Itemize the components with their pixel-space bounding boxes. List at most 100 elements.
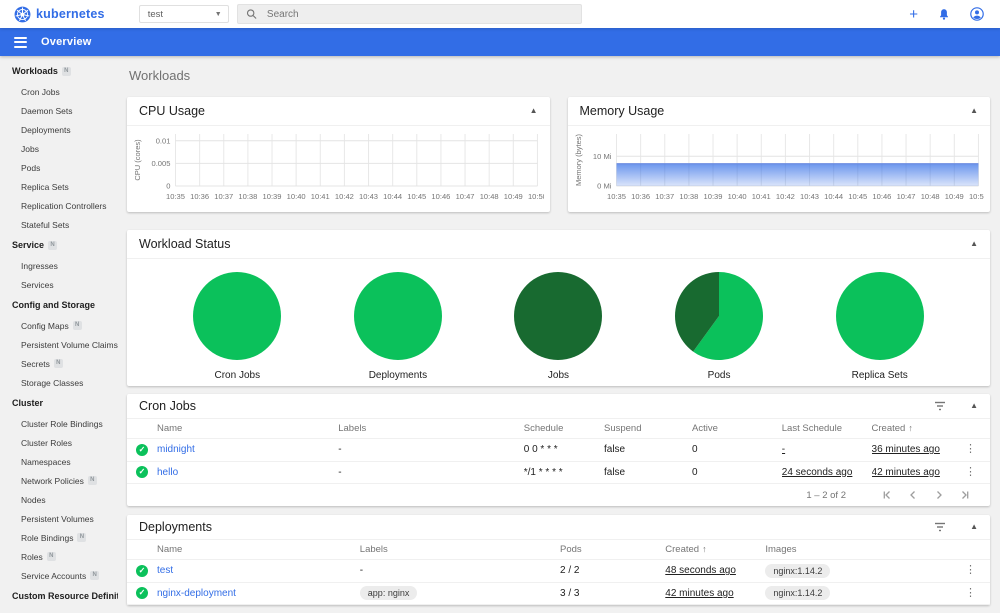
sidebar-item-config-maps[interactable]: Config Maps N [0, 316, 118, 335]
notifications-bell-icon[interactable] [938, 8, 950, 21]
table-cell: nginx-deployment [157, 588, 360, 599]
table-cell: midnight [157, 444, 338, 455]
sidebar-item-services[interactable]: Services [0, 275, 118, 294]
sidebar-item-deployments[interactable]: Deployments [0, 120, 118, 139]
memory-collapse-caret-icon[interactable]: ▲ [970, 107, 978, 115]
page-title: Workloads [129, 68, 191, 83]
column-header-active[interactable]: Active [692, 423, 782, 434]
column-header-label: Schedule [523, 423, 564, 434]
profile-user-icon[interactable] [970, 7, 984, 21]
sidebar-item-network-policies[interactable]: Network Policies N [0, 471, 118, 490]
column-header-labels[interactable]: Labels [360, 544, 560, 555]
sidebar-section-config-and-storage[interactable]: Config and Storage [0, 294, 118, 316]
pie-chart-cron-jobs [193, 272, 282, 360]
sidebar-section-custom-resource-definitions[interactable]: Custom Resource Definitions [0, 585, 118, 607]
last-page-icon[interactable] [952, 490, 978, 500]
sidebar-item-cluster[interactable]: Cluster [0, 607, 118, 613]
cron-jobs-collapse-caret-icon[interactable]: ▲ [970, 402, 978, 410]
column-header-name[interactable]: Name [157, 544, 360, 555]
sidebar-item-cluster-role-bindings[interactable]: Cluster Role Bindings [0, 414, 118, 433]
svg-text:10:36: 10:36 [190, 192, 209, 201]
resource-name-link[interactable]: midnight [157, 444, 195, 455]
cron-jobs-filter-icon[interactable] [934, 401, 946, 411]
sidebar-item-nodes[interactable]: Nodes [0, 490, 118, 509]
sidebar-section-service[interactable]: Service N [0, 234, 118, 256]
sidebar-item-label: Replica Sets [21, 181, 69, 192]
sidebar-section-label: Custom Resource Definitions [12, 591, 118, 601]
sidebar-item-role-bindings[interactable]: Role Bindings N [0, 528, 118, 547]
column-header-created[interactable]: Created ↑ [872, 423, 957, 434]
kebab-menu-icon[interactable]: ⋮ [965, 444, 976, 455]
create-resource-plus-icon[interactable]: + [909, 7, 918, 22]
table-cell: nginx:1.14.2 [765, 586, 951, 601]
status-collapse-caret-icon[interactable]: ▲ [970, 240, 978, 248]
sidebar-section-cluster[interactable]: Cluster [0, 392, 118, 414]
svg-text:10:48: 10:48 [480, 192, 499, 201]
row-menu-cell: ⋮ [957, 444, 990, 455]
resource-name-link[interactable]: hello [157, 467, 178, 478]
table-cell: - [338, 444, 342, 456]
brand-text: kubernetes [36, 7, 105, 21]
kubernetes-logo-icon [14, 6, 31, 22]
deployments-filter-icon[interactable] [934, 522, 946, 532]
namespace-select[interactable]: test ▼ [138, 5, 229, 23]
status-icon-cell: ✓ [127, 443, 157, 456]
table-cell: 3 / 3 [560, 587, 580, 599]
deployments-table: Name Labels Pods Created ↑ Images ✓ test -2 / 24… [127, 539, 990, 605]
column-header-suspend[interactable]: Suspend [604, 423, 692, 434]
sidebar-item-stateful-sets[interactable]: Stateful Sets [0, 215, 118, 234]
sidebar-item-ingresses[interactable]: Ingresses [0, 256, 118, 275]
sidebar-item-cron-jobs[interactable]: Cron Jobs [0, 82, 118, 101]
sidebar-section-workloads[interactable]: Workloads N [0, 60, 118, 82]
kebab-menu-icon[interactable]: ⋮ [965, 587, 976, 599]
svg-text:10:40: 10:40 [727, 192, 746, 201]
column-header-last-schedule[interactable]: Last Schedule [782, 423, 872, 434]
table-cell: 36 minutes ago [872, 444, 957, 455]
column-header-schedule[interactable]: Schedule [524, 423, 604, 434]
kubernetes-brand[interactable]: kubernetes [14, 6, 105, 23]
sidebar-item-roles[interactable]: Roles N [0, 547, 118, 566]
sidebar-item-storage-classes[interactable]: Storage Classes [0, 373, 118, 392]
next-page-icon[interactable] [926, 490, 952, 500]
sidebar-item-secrets[interactable]: Secrets N [0, 354, 118, 373]
search-input[interactable] [266, 8, 573, 20]
sidebar-item-label: Deployments [21, 124, 71, 135]
menu-hamburger-icon[interactable] [14, 36, 27, 48]
relative-time: - [781, 444, 786, 456]
status-icon-cell: ✓ [127, 564, 157, 577]
kebab-menu-icon[interactable]: ⋮ [965, 466, 976, 478]
sidebar-section-label: Cluster [12, 398, 44, 408]
first-page-icon[interactable] [874, 490, 900, 500]
sidebar-item-service-accounts[interactable]: Service Accounts N [0, 566, 118, 585]
sidebar-item-namespaces[interactable]: Namespaces [0, 452, 118, 471]
svg-text:10:42: 10:42 [775, 192, 794, 201]
sidebar-item-persistent-volume-claims[interactable]: Persistent Volume ClaimsN [0, 335, 118, 354]
svg-text:CPU (cores): CPU (cores) [133, 139, 142, 181]
resource-name-link[interactable]: nginx-deployment [157, 588, 236, 599]
sidebar-section-label: Config and Storage [12, 300, 95, 310]
sidebar-item-replica-sets[interactable]: Replica Sets [0, 177, 118, 196]
sidebar-item-cluster-roles[interactable]: Cluster Roles [0, 433, 118, 452]
table-cell: - [338, 466, 342, 478]
cpu-usage-chart: 10:35 10:36 10:37 10:38 10:39 10:40 10:41 10:42… [133, 134, 547, 201]
column-header-images[interactable]: Images [765, 544, 951, 555]
svg-text:0 Mi: 0 Mi [597, 182, 612, 191]
svg-text:10:46: 10:46 [872, 192, 891, 201]
svg-text:10:50: 10:50 [968, 192, 984, 201]
cpu-collapse-caret-icon[interactable]: ▲ [530, 107, 538, 115]
sidebar-item-jobs[interactable]: Jobs [0, 139, 118, 158]
sidebar-item-pods[interactable]: Pods [0, 158, 118, 177]
svg-text:10:49: 10:49 [504, 192, 523, 201]
previous-page-icon[interactable] [900, 490, 926, 500]
column-header-name[interactable]: Name [157, 423, 338, 434]
sidebar-item-daemon-sets[interactable]: Daemon Sets [0, 101, 118, 120]
column-header-created[interactable]: Created ↑ [665, 544, 765, 555]
column-header-labels[interactable]: Labels [338, 423, 524, 434]
sidebar-item-persistent-volumes[interactable]: Persistent Volumes [0, 509, 118, 528]
column-header-pods[interactable]: Pods [560, 544, 665, 555]
workload-status-title: Workload Status [139, 237, 231, 251]
deployments-collapse-caret-icon[interactable]: ▲ [970, 523, 978, 531]
kebab-menu-icon[interactable]: ⋮ [965, 565, 976, 576]
sidebar-item-replication-controllers[interactable]: Replication Controllers [0, 196, 118, 215]
resource-name-link[interactable]: test [157, 565, 173, 576]
